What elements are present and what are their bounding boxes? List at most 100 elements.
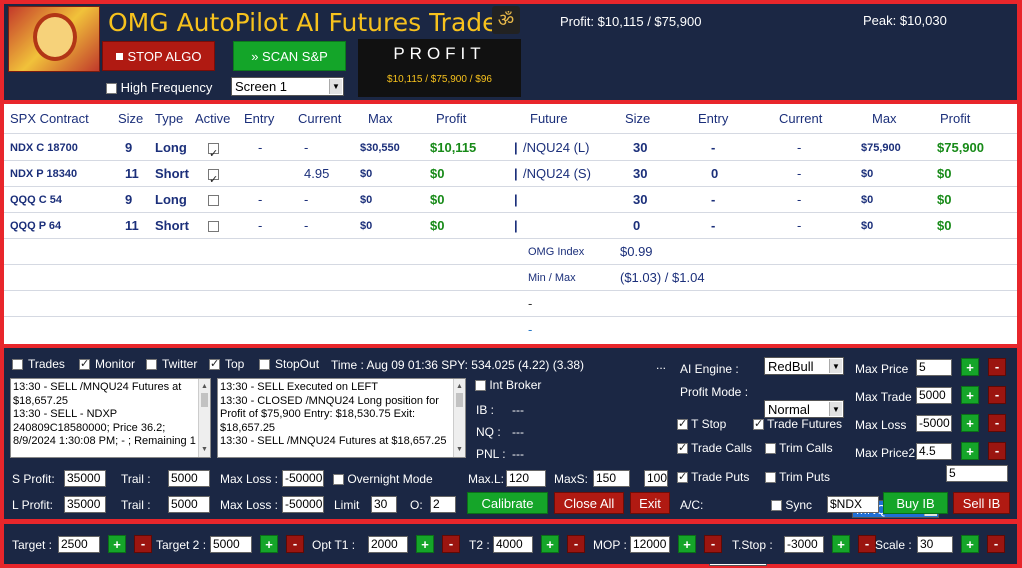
mop-minus-button[interactable]: - [704,535,722,553]
max-l-input[interactable]: 120 [506,470,546,487]
scrollbar[interactable]: ▲ ▼ [198,379,210,457]
separator-cell: | [514,166,518,181]
optt1-input[interactable]: 2000 [368,536,408,553]
max-price2-plus-button[interactable]: + [961,442,979,460]
overnight-mode-checkbox[interactable]: Overnight Mode [333,472,433,486]
future-entry-cell: - [711,192,716,207]
symbol-qty-input[interactable]: 5 [946,465,1008,482]
close-all-button[interactable]: Close All [554,492,624,514]
exit-button[interactable]: Exit [630,492,670,514]
col-future-current: Current [779,111,823,126]
log-line: $18,657.25 [220,421,276,434]
ib-label: IB : [476,403,495,417]
ai-engine-select[interactable]: RedBull ▼ [764,357,844,375]
trade-calls-checkbox[interactable]: Trade Calls [677,441,752,455]
contract-cell: NDX C 18700 [10,142,78,154]
trim-calls-checkbox[interactable]: Trim Calls [765,441,833,455]
max-loss-minus-button[interactable]: - [988,414,1006,432]
col-active: Active [195,111,231,126]
target-input[interactable]: 2500 [58,536,100,553]
target2-plus-button[interactable]: + [260,535,278,553]
target2-minus-button[interactable]: - [286,535,304,553]
max-price2-minus-button[interactable]: - [988,442,1006,460]
screen-select[interactable]: Screen 1 ▼ [231,77,344,96]
tstop-input[interactable]: -3000 [784,536,824,553]
t2-input[interactable]: 4000 [493,536,533,553]
mop-input[interactable]: 12000 [630,536,670,553]
max-s-extra-input[interactable]: 100 [644,470,668,487]
log-line: 8/9/2024 1:30:08 PM; - ; Remaining 1 [13,435,196,447]
target-plus-button[interactable]: + [108,535,126,553]
max-loss-input-2[interactable]: -50000 [282,496,324,513]
tstop-plus-button[interactable]: + [832,535,850,553]
optt1-minus-button[interactable]: - [442,535,460,553]
chevron-down-icon: ▼ [829,402,842,416]
scan-sp-button[interactable]: » SCAN S&P [233,41,346,71]
scale-plus-button[interactable]: + [961,535,979,553]
active-checkbox[interactable] [208,161,219,193]
trim-puts-checkbox[interactable]: Trim Puts [765,470,830,484]
buy-ib-button[interactable]: Buy IB [883,492,948,514]
active-checkbox[interactable] [208,135,219,167]
check-trades[interactable]: Trades [12,357,65,371]
scale-minus-button[interactable]: - [987,535,1005,553]
check-twitter[interactable]: Twitter [146,357,197,371]
log-line: Profit of $75,900 Entry: $18,530.75 Exit… [220,408,416,420]
stop-algo-button[interactable]: STOP ALGO [102,41,215,71]
row-dash: - [528,322,533,337]
target2-input[interactable]: 5000 [210,536,252,553]
sync-checkbox[interactable]: Sync [771,498,812,512]
int-broker-checkbox[interactable]: Int Broker [475,378,541,392]
max-price-plus-button[interactable]: + [961,358,979,376]
trail-input-1[interactable]: 5000 [168,470,210,487]
profit-mode-label: Profit Mode : [680,385,749,399]
t2-plus-button[interactable]: + [541,535,559,553]
max-trade-input[interactable]: 5000 [916,387,952,404]
trade-puts-checkbox[interactable]: Trade Puts [677,470,749,484]
max-price-minus-button[interactable]: - [988,358,1006,376]
target-minus-button[interactable]: - [134,535,152,553]
max-loss-label-1: Max Loss : [220,472,279,486]
mop-plus-button[interactable]: + [678,535,696,553]
col-future-max: Max [872,111,897,126]
col-spx-contract: SPX Contract [10,111,89,126]
trail-input-2[interactable]: 5000 [168,496,210,513]
high-frequency-checkbox[interactable]: High Frequency [106,80,212,95]
max-loss-plus-button[interactable]: + [961,414,979,432]
s-profit-input[interactable]: 35000 [64,470,106,487]
sell-ib-button[interactable]: Sell IB [953,492,1010,514]
log-left[interactable]: 13:30 - SELL /MNQU24 Futures at $18,657.2… [10,378,211,458]
max-s-input[interactable]: 150 [593,470,630,487]
tstop-minus-button[interactable]: - [858,535,876,553]
check-top[interactable]: Top [209,357,244,371]
o-input[interactable]: 2 [430,496,456,513]
check-monitor[interactable]: Monitor [79,357,135,371]
max-trade-minus-button[interactable]: - [988,386,1006,404]
optt1-plus-button[interactable]: + [416,535,434,553]
t-stop-checkbox[interactable]: T Stop [677,417,726,431]
tstop-label: T.Stop : [732,538,773,552]
scrollbar[interactable]: ▲ ▼ [453,379,465,457]
max-trade-plus-button[interactable]: + [961,386,979,404]
active-checkbox[interactable] [208,187,219,213]
check-stopout[interactable]: StopOut [259,357,319,371]
current-cell: - [304,140,309,155]
positions-table: SPX Contract Size Type Active Entry Curr… [4,104,1017,344]
scale-input[interactable]: 30 [917,536,953,553]
header-panel: OMG AutoPilot AI Futures Trader ॐ STOP A… [4,4,1017,100]
trade-futures-checkbox[interactable]: Trade Futures [753,417,842,431]
max-loss-input[interactable]: -5000 [916,415,952,432]
max-loss-input-1[interactable]: -50000 [282,470,324,487]
profit-mode-select[interactable]: Normal ▼ [764,400,844,418]
l-profit-input[interactable]: 35000 [64,496,106,513]
active-checkbox[interactable] [208,213,219,239]
limit-input[interactable]: 30 [371,496,397,513]
calibrate-button[interactable]: Calibrate [467,492,548,514]
max-price2-input[interactable]: 4.5 [916,443,952,460]
log-right[interactable]: 13:30 - SELL Executed on LEFT 13:30 - CLO… [217,378,466,458]
t2-minus-button[interactable]: - [567,535,585,553]
max-price-input[interactable]: 5 [916,359,952,376]
type-cell: Long [155,192,187,207]
ndx-input[interactable]: $NDX [827,496,879,513]
future-size-cell: 30 [633,140,648,155]
